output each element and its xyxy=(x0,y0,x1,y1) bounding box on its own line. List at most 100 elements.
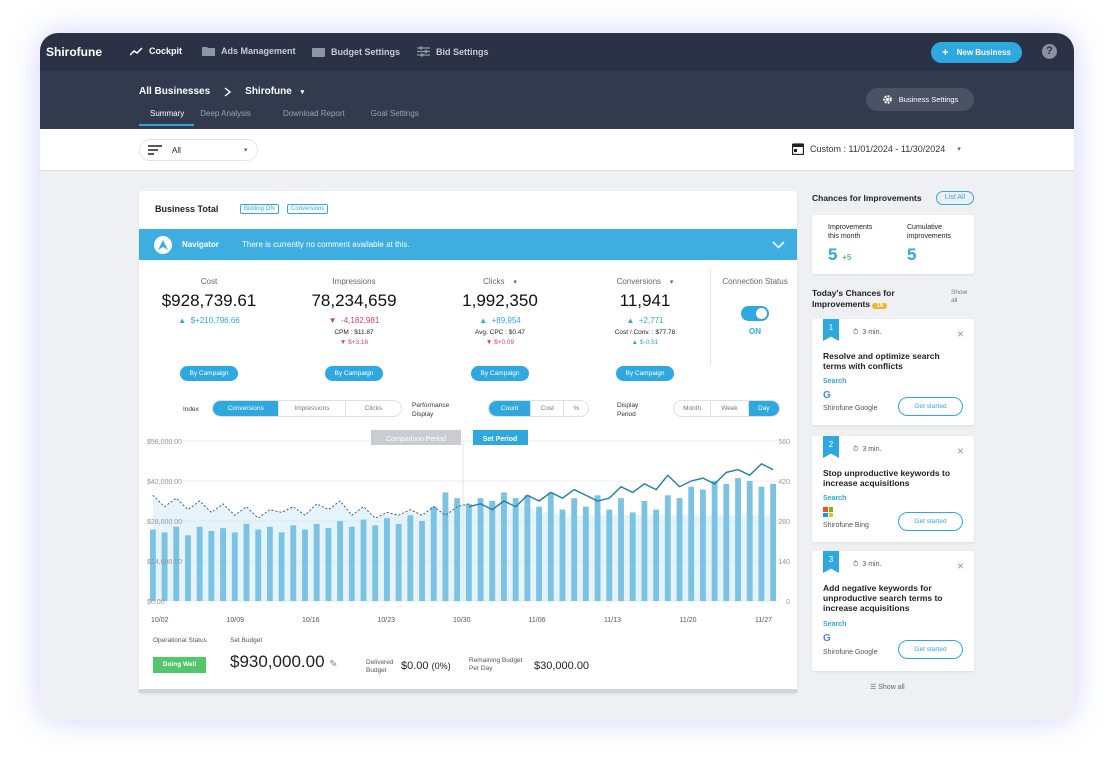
x-tick: 11/20 xyxy=(680,617,697,624)
chart-bar xyxy=(489,501,496,601)
nav-cockpit[interactable]: Cockpit xyxy=(130,46,182,56)
card-channel: Search xyxy=(823,378,847,385)
y-right-tick: 140 xyxy=(778,559,790,566)
arrow-up-icon: ▲ xyxy=(479,316,488,325)
set-period-label: Set Period xyxy=(483,436,518,443)
by-campaign-clicks-button[interactable]: By Campaign xyxy=(471,366,529,381)
chart-bar xyxy=(512,498,519,601)
breadcrumb: All Businesses Shirofune ▾ xyxy=(139,86,304,97)
conversions-badge: Conversions xyxy=(287,204,329,214)
get-started-button[interactable]: Get started xyxy=(898,397,963,416)
chart-bar xyxy=(758,486,765,601)
tab-deep-analysis[interactable]: Deep Analysis xyxy=(194,109,261,126)
chart-bar xyxy=(629,512,636,601)
delivered-label-1: Delivered xyxy=(366,659,394,666)
filter-select[interactable]: All ▾ xyxy=(139,139,258,161)
logo[interactable]: Shirofune xyxy=(46,45,102,59)
breadcrumb-current[interactable]: Shirofune ▾ xyxy=(245,86,304,97)
index-conversions[interactable]: Conversions xyxy=(213,401,280,416)
caret-down-icon: ▾ xyxy=(513,279,517,286)
improvement-card-2[interactable]: 2 ⏱ 3 min. × Stop unproductive keywords … xyxy=(812,436,974,542)
chart-bar xyxy=(325,528,332,601)
perf-cost[interactable]: Cost xyxy=(531,401,565,416)
connection-toggle[interactable] xyxy=(741,306,769,321)
chart-bar xyxy=(454,498,461,601)
tab-download-report[interactable]: Download Report xyxy=(261,109,355,126)
stopwatch-icon: ⏱ xyxy=(853,561,859,568)
breadcrumb-current-label: Shirofune xyxy=(245,86,292,97)
business-settings-button[interactable]: Business Settings xyxy=(866,88,974,111)
performance-display-label: Performance Display xyxy=(412,401,449,419)
delivered-value: $0.00 xyxy=(401,660,429,672)
metric-cost: Cost $928,739.61 ▲ $+210,796.66 xyxy=(144,277,274,325)
x-tick: 10/23 xyxy=(378,617,396,624)
new-business-button[interactable]: + New Business xyxy=(931,42,1022,63)
metric-sub: Avg. CPC : $0.47 xyxy=(474,329,526,336)
close-icon[interactable]: × xyxy=(957,327,964,341)
card-source: Shirofune Google xyxy=(823,405,878,412)
arrow-up-icon: ▲ xyxy=(631,339,639,346)
by-campaign-impressions-button[interactable]: By Campaign xyxy=(325,366,383,381)
get-started-button[interactable]: Get started xyxy=(898,640,963,659)
panel-scrollbar[interactable] xyxy=(139,689,797,693)
chart-bar xyxy=(501,492,507,601)
tab-summary[interactable]: Summary xyxy=(139,109,195,126)
set-budget-label: Set Budget xyxy=(230,637,263,644)
card-channel: Search xyxy=(823,621,847,628)
index-impressions[interactable]: Impressions xyxy=(279,401,346,416)
help-icon[interactable]: ? xyxy=(1042,44,1057,59)
divider xyxy=(710,269,711,365)
period-week[interactable]: Week xyxy=(711,401,749,416)
perf-percent[interactable]: % xyxy=(564,401,588,416)
chart-bar xyxy=(618,498,624,601)
nav-ads-management[interactable]: Ads Management xyxy=(202,46,296,56)
chart-bar xyxy=(384,518,390,601)
metric-label-wrap[interactable]: Conversions ▾ xyxy=(580,277,710,286)
index-clicks[interactable]: Clicks xyxy=(346,401,401,416)
chart-bar xyxy=(664,495,671,601)
by-campaign-conversions-button[interactable]: By Campaign xyxy=(616,366,674,381)
get-started-button[interactable]: Get started xyxy=(898,512,963,531)
today-chances-title: Today's Chances for Improvements 16 xyxy=(812,288,895,312)
filter-value: All xyxy=(172,145,181,155)
nav-budget-label: Budget Settings xyxy=(331,46,400,57)
list-all-button[interactable]: List All xyxy=(936,191,974,205)
arrow-down-icon: ▼ xyxy=(328,316,337,325)
connection-label: Connection Status xyxy=(722,277,788,286)
navigator-bar[interactable]: Navigator There is currently no comment … xyxy=(139,229,797,260)
google-icon: G xyxy=(823,633,831,644)
sub-header: All Businesses Shirofune ▾ Summary Deep … xyxy=(40,71,1074,129)
period-month[interactable]: Month xyxy=(674,401,712,416)
nav-bid-settings[interactable]: Bid Settings xyxy=(417,46,489,57)
chart-bar xyxy=(559,509,566,601)
close-icon[interactable]: × xyxy=(957,559,964,573)
period-day[interactable]: Day xyxy=(748,401,779,416)
close-icon[interactable]: × xyxy=(957,444,964,458)
nav-budget-settings[interactable]: Budget Settings xyxy=(312,46,400,57)
metric-label: Conversions xyxy=(616,277,662,286)
metric-label-wrap[interactable]: Clicks ▾ xyxy=(435,277,565,286)
pencil-icon[interactable]: ✎ xyxy=(329,659,337,670)
perf-count[interactable]: Count xyxy=(489,401,532,416)
show-all-2: all xyxy=(951,297,958,304)
chart-bar xyxy=(395,523,402,601)
show-all-link[interactable]: Show all xyxy=(951,289,967,305)
improvement-card-3[interactable]: 3 ⏱ 3 min. × Add negative keywords for u… xyxy=(812,551,974,671)
date-range-picker[interactable]: Custom : 11/01/2024 - 11/30/2024 ▾ xyxy=(792,142,961,155)
microsoft-icon xyxy=(823,507,833,517)
y-left-tick: $14,000.00 xyxy=(147,559,182,566)
metric-value: 1,992,350 xyxy=(462,291,538,310)
display-period-label: Display Period xyxy=(617,401,638,419)
perf-label-1: Performance xyxy=(412,402,450,409)
show-all-bottom[interactable]: ☰ Show all xyxy=(870,683,905,691)
x-tick: 10/09 xyxy=(227,617,245,624)
by-campaign-cost-button[interactable]: By Campaign xyxy=(180,366,238,381)
tab-goal-settings[interactable]: Goal Settings xyxy=(355,109,429,126)
chart-bar xyxy=(442,492,449,601)
chart-bar xyxy=(348,526,355,601)
breadcrumb-root[interactable]: All Businesses xyxy=(139,86,210,97)
x-tick: 10/30 xyxy=(453,617,471,624)
card-title: Resolve and optimize search terms with c… xyxy=(823,351,940,371)
improvement-card-1[interactable]: 1 ⏱ 3 min. × Resolve and optimize search… xyxy=(812,319,974,425)
chart-bar xyxy=(571,498,578,601)
